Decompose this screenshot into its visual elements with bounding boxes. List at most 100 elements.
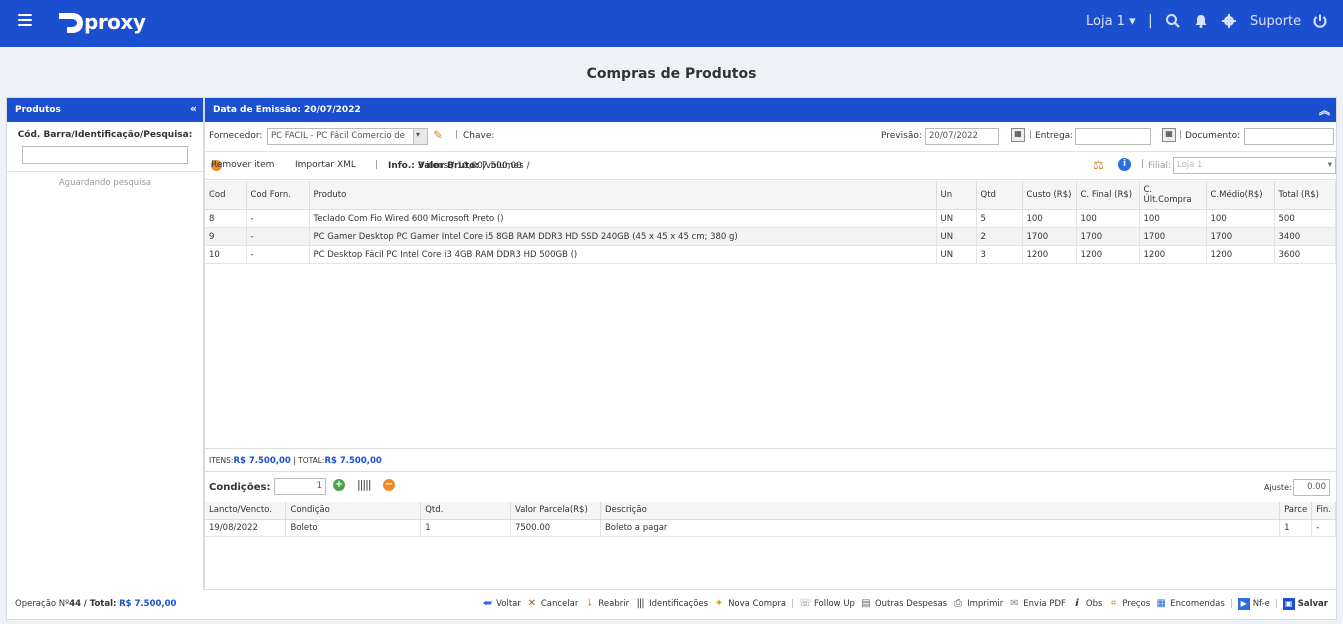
barcode-icon[interactable]: ||||| [357,478,371,491]
key-label: Chave: [463,131,495,141]
col-lancto[interactable]: Lancto/Vencto. [205,502,287,520]
cell-produto: PC Desktop Fácil PC Intel Core i3 4GB RA… [309,245,937,264]
printer-icon: ⎙ [954,598,963,609]
proxy-logo-icon [59,13,83,33]
power-icon[interactable] [1312,13,1328,29]
document-input[interactable] [1244,128,1334,145]
table-row[interactable]: 9 - PC Gamer Desktop PC Gamer Intel Core… [205,227,1336,246]
conditions-count-input[interactable]: 1 [274,478,326,495]
back-arrow-icon: ⮨ [482,598,492,609]
nfe-label: Nf-e [1252,599,1270,609]
products-panel-title: Produtos [15,105,61,115]
info-summary: Info.: 3 itens / 10,00 volumes / Valor B… [388,161,530,171]
collapse-left-icon[interactable]: « [190,102,197,115]
col-custo[interactable]: Custo (R$) [1022,181,1077,210]
supplier-edit-icon[interactable]: ✎ [433,128,443,142]
items-table-header: Cod Cod Forn. Produto Un Qtd Custo (R$) … [205,181,1336,210]
col-qtd[interactable]: Qtd [976,181,1023,210]
envia-pdf-button[interactable]: ✉ Envia PDF [1008,598,1066,610]
cancelar-button[interactable]: ✕ Cancelar [526,598,579,610]
branch-label: Filial: [1148,161,1172,171]
col-descricao[interactable]: Descrição [600,502,1281,520]
col-produto[interactable]: Produto [309,181,937,210]
cell-produto: PC Gamer Desktop PC Gamer Intel Core i5 … [309,227,937,246]
product-search-input[interactable] [22,146,188,164]
page-title: Compras de Produtos [586,66,757,82]
table-row[interactable]: 8 - Teclado Com Fio Wired 600 Microsoft … [205,209,1336,228]
outras-despesas-button[interactable]: ▤ Outras Despesas [860,598,947,610]
obs-button[interactable]: i Obs [1071,598,1102,610]
cell-cod-forn: - [246,245,310,264]
play-icon: ▶ [1237,598,1250,610]
items-table: Cod Cod Forn. Produto Un Qtd Custo (R$) … [205,181,1336,264]
support-link[interactable]: Suporte [1250,14,1301,29]
col-parce[interactable]: Parce [1279,502,1313,520]
conditions-bar: Condições: 1 + ||||| − Ajuste: 0.00 [205,474,1336,502]
search-icon[interactable] [1165,13,1181,29]
col-fin[interactable]: Fin. [1311,502,1336,520]
nova-compra-button[interactable]: ✦ Nova Compra [713,598,786,610]
clipboard-icon: ▤ [861,598,871,609]
col-c-ult-compra[interactable]: C. Últ.Compra [1139,181,1207,210]
calendar-icon[interactable]: ▦ [1011,128,1025,142]
remove-item-label: Remover item [211,160,275,170]
salvar-button[interactable]: ▣ Salvar [1282,598,1328,610]
table-row[interactable]: 10 - PC Desktop Fácil PC Intel Core i3 4… [205,245,1336,264]
cell-produto: Teclado Com Fio Wired 600 Microsoft Pret… [309,209,937,228]
cell-c-medio: 1200 [1206,245,1275,264]
purchase-panel-header: Data de Emissão: 20/07/2022 ︽ [205,98,1336,122]
cell-total: 500 [1274,209,1336,228]
menu-icon[interactable] [18,14,32,26]
col-cod[interactable]: Cod [205,181,247,210]
gear-icon[interactable] [1221,13,1237,29]
cell-c-ult-compra: 100 [1139,209,1207,228]
identificacoes-button[interactable]: ||| Identificações [634,598,709,610]
col-qtd[interactable]: Qtd. [420,502,511,520]
imprimir-button[interactable]: ⎙ Imprimir [952,598,1003,610]
cell-qtd: 5 [976,209,1023,228]
document-label: Documento: [1185,131,1241,141]
cell-qtd: 3 [976,245,1023,264]
calendar-icon[interactable]: ▦ [1162,128,1176,142]
remove-condition-icon[interactable]: − [383,479,395,491]
col-c-medio[interactable]: C.Médio(R$) [1206,181,1275,210]
cell-condicao: Boleto [285,519,422,537]
col-condicao[interactable]: Condição [285,502,422,520]
branch-value: Loja 1 [1177,160,1203,170]
table-row[interactable]: 19/08/2022 Boleto 1 7500.00 Boleto a pag… [205,519,1336,537]
supplier-value: PC FACIL - PC Fácil Comercio de [271,131,405,141]
cell-descricao: Boleto a pagar [600,519,1281,537]
supplier-select[interactable]: PC FACIL - PC Fácil Comercio de [267,128,415,145]
branch-select[interactable]: Loja 1 ▾ [1173,157,1336,174]
col-cod-forn[interactable]: Cod Forn. [246,181,310,210]
forecast-date-input[interactable]: 20/07/2022 [925,128,999,145]
encomendas-label: Encomendas [1170,599,1225,609]
cell-un: UN [936,227,977,246]
delivery-date-input[interactable] [1075,128,1151,145]
tag-icon: ⌗ [1110,598,1117,609]
bell-icon[interactable] [1193,13,1209,29]
collapse-up-icon[interactable]: ︽ [1319,102,1330,118]
store-selector[interactable]: Loja 1 ▾ [1086,14,1136,29]
reabrir-button[interactable]: ⇂ Reabrir [583,598,629,610]
nfe-button[interactable]: ▶ Nf-e [1237,598,1270,610]
items-total-label: ITENS: [209,456,234,465]
follow-up-button[interactable]: ☏ Follow Up [799,598,855,610]
precos-button[interactable]: ⌗ Preços [1107,598,1151,610]
col-c-final[interactable]: C. Final (R$) [1076,181,1140,210]
voltar-button[interactable]: ⮨ Voltar [481,598,520,610]
adjust-input[interactable]: 0.00 [1293,479,1330,496]
info-icon[interactable]: i [1118,158,1131,171]
add-condition-icon[interactable]: + [333,479,345,491]
col-un[interactable]: Un [936,181,977,210]
cell-c-ult-compra: 1200 [1139,245,1207,264]
encomendas-button[interactable]: ▦ Encomendas [1155,598,1225,610]
col-total[interactable]: Total (R$) [1274,181,1336,210]
chevron-down-icon[interactable]: ▾ [413,128,428,145]
forecast-date-value: 20/07/2022 [929,131,978,141]
top-navbar: proxy Loja 1 ▾ | Suporte [0,0,1343,47]
col-valor-parcela[interactable]: Valor Parcela(R$) [510,502,601,520]
info-label: Info.: [388,161,415,171]
balance-icon[interactable]: ⚖ [1093,158,1104,172]
product-search-label: Cód. Barra/Identificação/Pesquisa: [17,130,193,140]
